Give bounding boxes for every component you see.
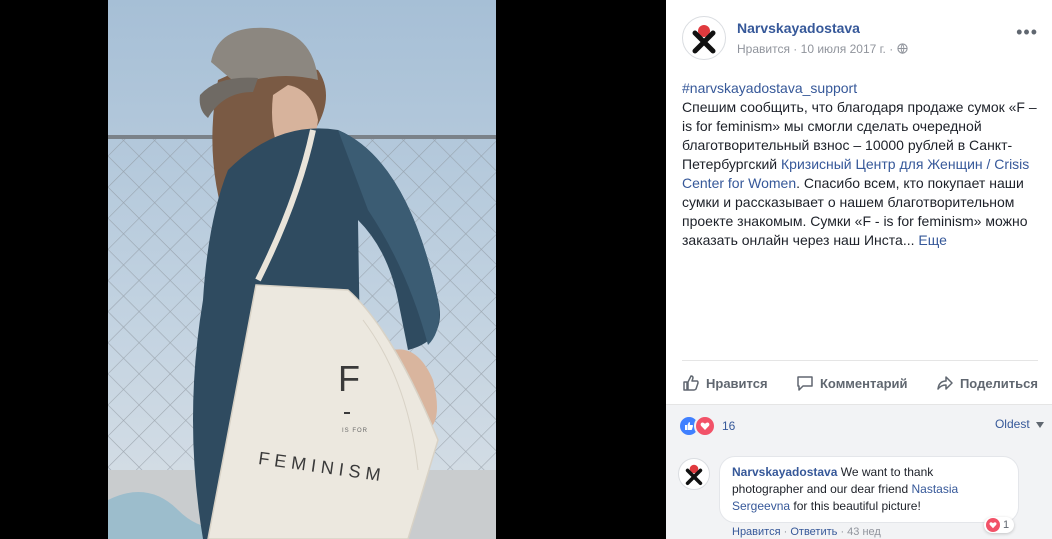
comment-reaction-badge[interactable]: 1 <box>984 517 1015 533</box>
globe-icon[interactable] <box>896 43 908 54</box>
comment-reaction-count: 1 <box>1003 519 1010 531</box>
page-like-link[interactable]: Нравится <box>737 42 790 56</box>
comment-text: for this beautiful picture! <box>793 499 921 513</box>
post-panel: Narvskayadostava Нравится · 10 июля 2017… <box>666 0 1052 539</box>
love-reaction-icon <box>694 415 716 437</box>
comment-button[interactable]: Комментарий <box>796 374 908 392</box>
comment-item: Narvskayadostava We want to thank photog… <box>666 444 1052 539</box>
post-actions: Нравится Комментарий Поделиться <box>682 360 1038 405</box>
bag-letter: F <box>338 358 360 399</box>
comment-sort-label: Oldest <box>994 417 1030 431</box>
reactions-summary[interactable]: 16 <box>678 415 735 437</box>
share-icon <box>937 376 953 390</box>
reactions-bar: 16 Oldest <box>666 404 1052 445</box>
bag-small-text: IS FOR <box>342 428 369 434</box>
comment-bubble: Narvskayadostava We want to thank photog… <box>719 456 1019 523</box>
page-logo-icon <box>692 25 716 54</box>
comment-button-label: Комментарий <box>819 375 908 391</box>
ellipsis: ... <box>902 232 915 248</box>
comment-icon <box>797 376 813 391</box>
comment-reply-link[interactable]: Ответить <box>790 526 837 538</box>
photo-viewer: F IS FOR FEMINISM Narvskayadostava Нрави… <box>0 0 1052 539</box>
comment-author-link[interactable]: Narvskayadostava <box>732 465 837 479</box>
bag-dash <box>344 412 350 414</box>
see-more-link[interactable]: Еще <box>918 232 947 248</box>
thumbs-up-icon <box>683 375 699 391</box>
chevron-down-icon <box>1036 422 1044 428</box>
like-button-label: Нравится <box>706 375 768 391</box>
post-meta: Нравится · 10 июля 2017 г. · <box>737 42 908 56</box>
page-name-link[interactable]: Narvskayadostava <box>737 20 860 36</box>
comment-like-link[interactable]: Нравится <box>732 526 781 538</box>
page-logo-icon <box>685 464 703 486</box>
comment-time: 43 нед <box>847 526 881 538</box>
comment-sort-dropdown[interactable]: Oldest <box>995 417 1044 431</box>
post-options-icon[interactable]: ••• <box>1016 22 1038 43</box>
post-text: #narvskayadostava_support Спешим сообщит… <box>682 79 1038 250</box>
meta-separator: · <box>793 42 798 56</box>
page-avatar[interactable] <box>682 16 726 60</box>
meta-separator: · <box>889 42 894 56</box>
hashtag-link[interactable]: #narvskayadostava_support <box>682 80 857 96</box>
like-button[interactable]: Нравится <box>682 374 768 392</box>
comment-actions: Нравится · Ответить · 43 нед <box>732 526 881 538</box>
post-date-link[interactable]: 10 июля 2017 г. <box>801 42 886 56</box>
post-header: Narvskayadostava Нравится · 10 июля 2017… <box>682 16 1052 64</box>
heart-icon <box>986 518 1000 532</box>
post-photo[interactable]: F IS FOR FEMINISM <box>108 0 496 539</box>
commenter-avatar[interactable] <box>678 458 710 490</box>
reaction-count: 16 <box>722 419 736 433</box>
share-button-label: Поделиться <box>959 375 1038 391</box>
share-button[interactable]: Поделиться <box>936 374 1038 392</box>
